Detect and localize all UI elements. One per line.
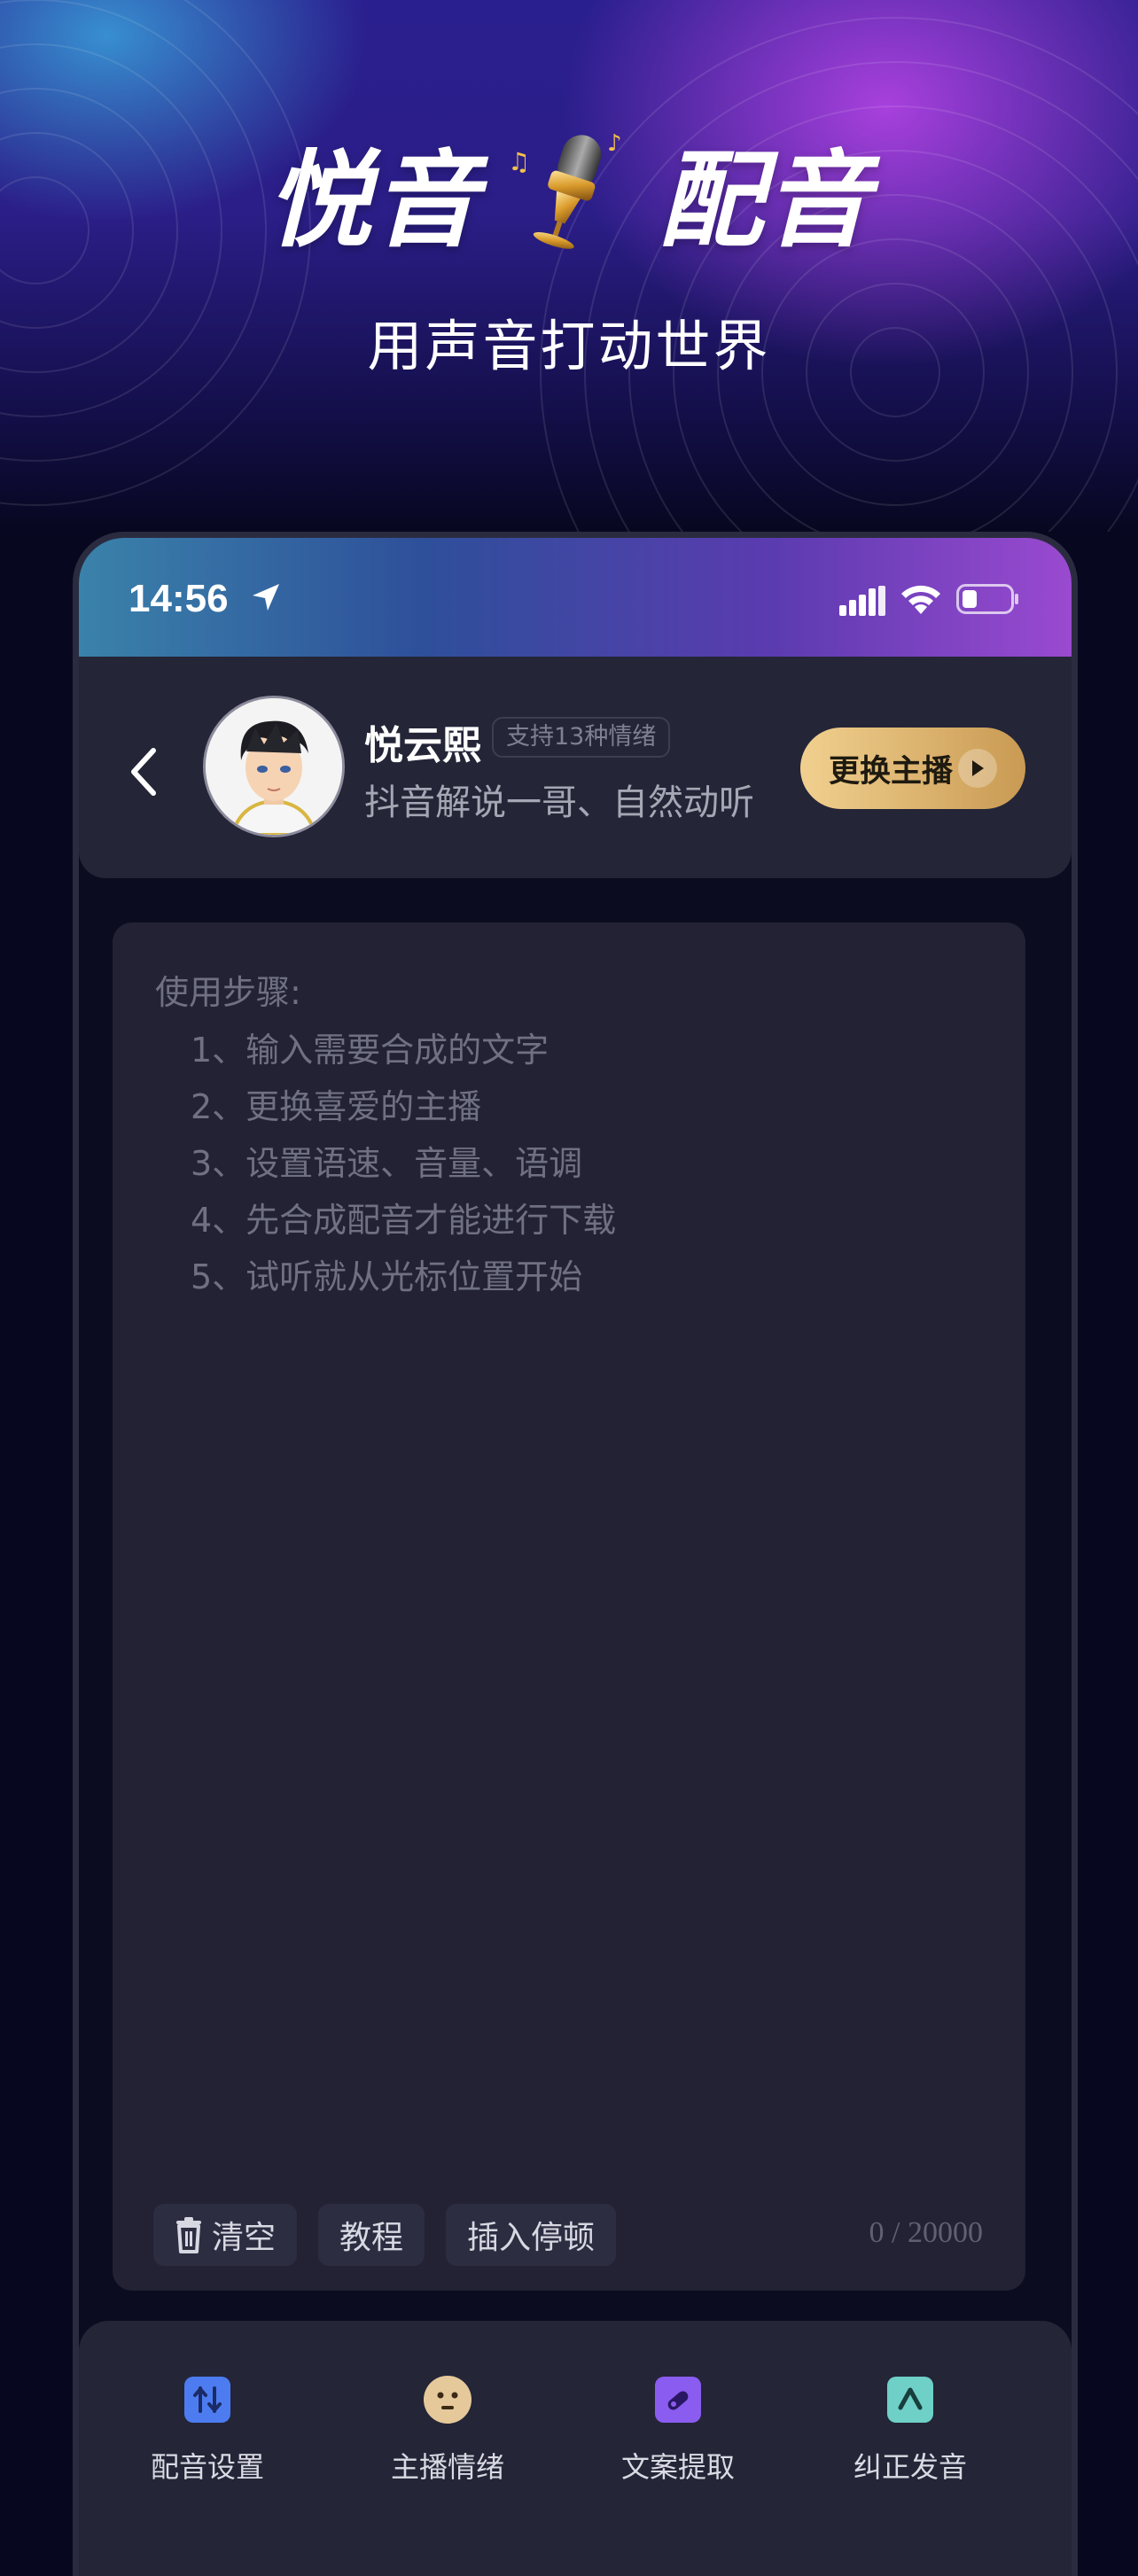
character-count: 0 / 20000 xyxy=(869,2216,983,2249)
host-card: 悦云熙 支持13种情绪 抖音解说一哥、自然动听 更换主播 xyxy=(79,657,1072,878)
avatar-illustration xyxy=(206,698,342,835)
sound-wave-rings xyxy=(0,0,1138,532)
change-host-button[interactable]: 更换主播 xyxy=(800,728,1025,809)
usage-step: 2、更换喜爱的主播 xyxy=(191,1087,482,1126)
tutorial-label: 教程 xyxy=(339,2220,404,2256)
insert-pause-label: 插入停顿 xyxy=(467,2220,596,2256)
svg-text:♪: ♪ xyxy=(607,130,622,157)
host-name: 悦云熙 xyxy=(364,723,481,768)
usage-step: 4、先合成配音才能进行下载 xyxy=(191,1201,617,1240)
app-title: 悦音 ♫ ♪ 配音 xyxy=(0,124,1138,261)
feature-label: 配音设置 xyxy=(150,2450,264,2484)
slogan: 用声音打动世界 xyxy=(367,314,771,378)
title-right: 配音 xyxy=(659,138,872,261)
location-arrow-icon xyxy=(253,584,279,611)
clear-label: 清空 xyxy=(212,2220,277,2256)
host-description: 抖音解说一哥、自然动听 xyxy=(364,782,754,823)
usage-steps-title: 使用步骤: xyxy=(155,973,301,1012)
feature-text-extraction[interactable]: 文案提取 xyxy=(581,2374,776,2486)
back-chevron-icon[interactable] xyxy=(127,745,159,798)
feature-label: 纠正发音 xyxy=(853,2450,967,2484)
wifi-icon xyxy=(901,585,940,614)
feature-bar: 配音设置 主播情绪 文案提取 纠正发音 xyxy=(79,2321,1072,2576)
trash-icon xyxy=(176,2217,201,2253)
feature-pronunciation-fix[interactable]: 纠正发音 xyxy=(813,2374,1008,2486)
play-triangle-icon xyxy=(958,749,997,788)
phone-frame: 14:56 悦云熙 支持13种情绪 抖音解说一哥、自然动听 更换主播 使用步骤:… xyxy=(73,532,1078,2576)
usage-step: 5、试听就从光标位置开始 xyxy=(191,1257,583,1296)
golden-microphone-icon: ♫ ♪ xyxy=(508,130,622,249)
pronunciation-icon xyxy=(887,2377,933,2423)
feature-label: 文案提取 xyxy=(620,2450,735,2484)
host-avatar[interactable] xyxy=(203,696,345,837)
emotion-face-icon xyxy=(424,2376,472,2424)
editor-toolbar: 清空 教程 插入停顿 xyxy=(153,2204,617,2266)
svg-text:♫: ♫ xyxy=(508,147,530,176)
feature-dubbing-settings[interactable]: 配音设置 xyxy=(110,2374,305,2486)
usage-step: 3、设置语速、音量、语调 xyxy=(191,1144,583,1183)
hero-banner: 悦音 ♫ ♪ 配音 用声音打动世界 xyxy=(0,0,1138,532)
usage-step: 1、输入需要合成的文字 xyxy=(191,1031,550,1070)
sliders-icon xyxy=(184,2377,230,2423)
emotion-support-badge: 支持13种情绪 xyxy=(492,717,671,758)
cellular-signal-icon xyxy=(839,586,885,616)
status-time: 14:56 xyxy=(129,577,229,620)
title-left: 悦音 xyxy=(266,138,479,261)
text-editor[interactable]: 使用步骤: 1、输入需要合成的文字 2、更换喜爱的主播 3、设置语速、音量、语调… xyxy=(113,922,1025,2291)
feature-host-emotion[interactable]: 主播情绪 xyxy=(350,2374,545,2486)
clear-button[interactable]: 清空 xyxy=(153,2204,298,2266)
feature-label: 主播情绪 xyxy=(390,2450,504,2484)
usage-steps-list: 1、输入需要合成的文字 2、更换喜爱的主播 3、设置语速、音量、语调 4、先合成… xyxy=(191,1022,616,1305)
status-bar: 14:56 xyxy=(79,538,1072,657)
extract-icon xyxy=(655,2377,701,2423)
change-host-label: 更换主播 xyxy=(829,753,954,790)
battery-icon xyxy=(956,584,1018,614)
insert-pause-button[interactable]: 插入停顿 xyxy=(446,2204,617,2266)
tutorial-button[interactable]: 教程 xyxy=(318,2204,425,2266)
